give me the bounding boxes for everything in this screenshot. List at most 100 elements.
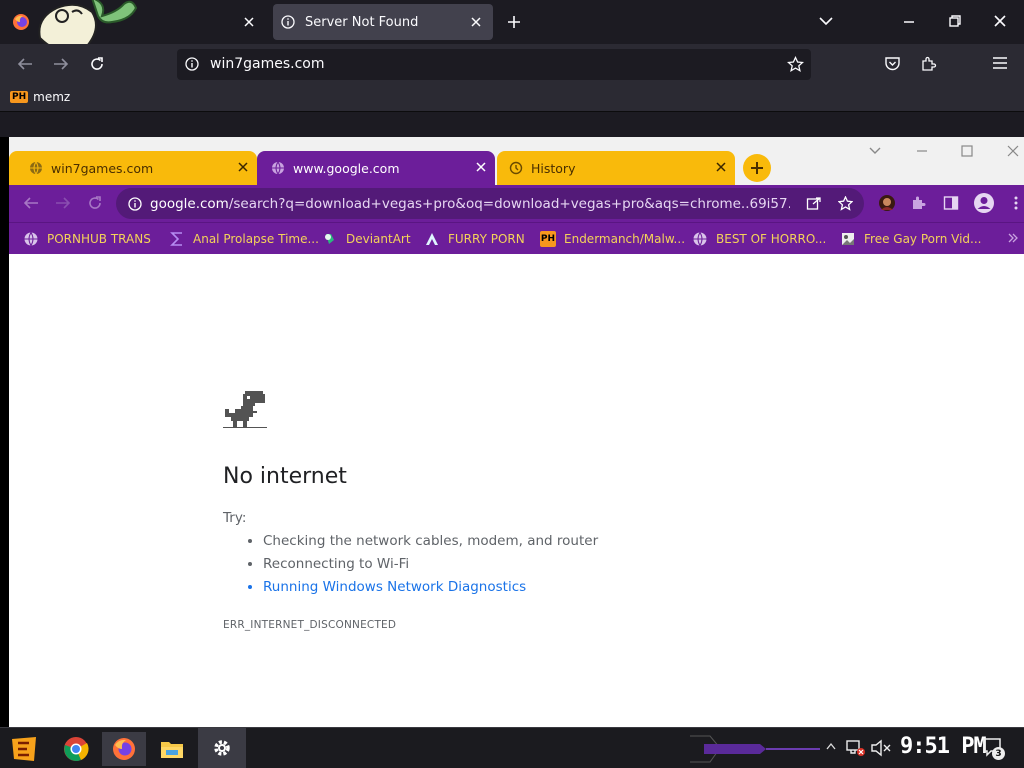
sigma-icon [169,231,185,247]
omnibox-path: /search?q=download+vegas+pro&oq=download… [228,195,790,212]
forward-arrow-icon[interactable] [52,56,70,72]
minimize-icon[interactable] [915,145,929,157]
chrome-tab-strip: win7games.com www.google.com History [9,137,1024,185]
ph-icon: PH [540,231,556,247]
firefox-url-bar[interactable]: win7games.com [177,49,811,80]
bookmark-label: FURRY PORN [448,232,525,246]
bookmark-star-icon[interactable] [787,56,804,73]
notification-center-icon[interactable]: 3 [982,737,1005,760]
avatar[interactable] [973,192,995,214]
taskbar: 9:51 PM 3 [0,727,1024,768]
image-icon [840,231,856,247]
bookmark-star-icon[interactable] [838,196,853,211]
info-icon [185,57,199,71]
bookmark-label: memz [33,90,71,104]
chrome-tab-title: History [531,160,576,176]
chrome-tab-active[interactable]: www.google.com [257,151,495,185]
new-tab-plus-icon[interactable] [743,154,771,182]
omnibox-host: google.com [150,195,229,212]
suggestion-item: Reconnecting to Wi-Fi [263,555,598,578]
try-label: Try: [223,510,247,526]
close-tab-icon[interactable] [237,161,249,173]
close-tab-icon[interactable] [715,161,727,173]
close-window-icon[interactable] [993,14,1007,28]
file-explorer-icon[interactable] [154,732,190,766]
close-tab-icon[interactable] [475,161,487,173]
kebab-menu-icon[interactable] [1013,195,1019,211]
side-panel-icon[interactable] [943,195,959,211]
back-arrow-icon[interactable] [23,196,39,210]
bookmark-item[interactable]: PORNHUB TRANS [23,230,151,248]
back-arrow-icon[interactable] [16,56,34,72]
bookmark-label: DeviantArt [346,232,411,246]
error-title: No internet [223,464,347,489]
globe-icon [29,161,43,175]
chrome-tab[interactable]: win7games.com [9,151,257,185]
taskbar-clock[interactable]: 9:51 PM [900,734,987,759]
firefox-toolbar: win7games.com [0,44,1024,84]
firefox-tab-active[interactable]: Server Not Found [273,4,493,40]
extensions-puzzle-icon[interactable] [911,195,927,211]
omnibox-url: google.com/search?q=download+vegas+pro&o… [150,196,790,212]
deviantart-icon [322,231,338,247]
chrome-omnibox[interactable]: google.com/search?q=download+vegas+pro&o… [116,188,864,219]
bookmark-label: Endermanch/Malw... [564,232,686,246]
chrome-toolbar: google.com/search?q=download+vegas+pro&o… [9,185,1024,222]
bookmark-item[interactable]: PH Endermanch/Malw... [540,230,685,248]
globe-icon [271,161,285,175]
notification-count-badge: 3 [992,747,1005,760]
bookmark-item[interactable]: PH memz [10,90,70,104]
globe-icon [23,231,39,247]
chrome-tab-title: www.google.com [293,160,400,176]
bookmark-label: BEST OF HORRO... [716,232,827,246]
firefox-window: Server Not Found win7games.com PH memz [0,0,1024,137]
history-icon [509,161,523,175]
menu-hamburger-icon[interactable] [992,56,1008,70]
start-button[interactable] [6,732,42,766]
bookmark-item[interactable]: BEST OF HORRO... [692,230,826,248]
firefox-content-area [0,112,1024,137]
new-tab-plus-icon[interactable] [506,14,522,30]
forward-arrow-icon[interactable] [55,196,71,210]
bookmark-item[interactable]: FURRY PORN [424,230,525,248]
list-tabs-chevron-icon[interactable] [818,15,834,27]
network-disconnected-icon[interactable] [846,739,866,757]
settings-gear-icon[interactable] [198,728,246,768]
chrome-taskbar-icon[interactable] [58,732,94,766]
pocket-icon[interactable] [884,55,901,72]
chrome-tab[interactable]: History [497,151,735,185]
firefox-taskbar-icon[interactable] [102,732,146,766]
bookmark-label: Free Gay Porn Vid... [864,232,982,246]
taskbar-skin-decoration [690,734,820,764]
bookmark-label: PORNHUB TRANS [47,232,151,246]
bookmark-item[interactable]: Free Gay Porn Vid... [840,230,981,248]
firefox-tab[interactable] [6,0,266,53]
reload-icon[interactable] [88,55,106,73]
suggestion-item: Checking the network cables, modem, and … [263,532,598,555]
maximize-icon[interactable] [961,145,973,157]
a-logo-icon [424,231,440,247]
tab-search-chevron-icon[interactable] [868,146,882,156]
suggestion-list: Checking the network cables, modem, and … [245,532,598,601]
bookmark-item[interactable]: Anal Prolapse Time... [169,230,319,248]
chrome-tab-title: win7games.com [51,160,154,176]
close-tab-icon[interactable] [469,15,483,29]
bookmark-item[interactable]: DeviantArt [322,230,411,248]
reload-icon[interactable] [87,195,103,211]
chrome-window: win7games.com www.google.com History goo… [9,137,1024,727]
close-tab-icon[interactable] [242,15,256,29]
network-diagnostics-link[interactable]: Running Windows Network Diagnostics [263,578,598,601]
dinosaur-icon[interactable] [223,389,267,433]
error-code: ERR_INTERNET_DISCONNECTED [223,619,397,631]
show-hidden-icons-chevron-icon[interactable] [826,742,836,750]
minimize-icon[interactable] [902,14,916,28]
restore-icon[interactable] [948,14,962,28]
share-icon[interactable] [806,196,822,211]
close-window-icon[interactable] [1007,145,1019,157]
profile-extension-icon[interactable] [878,194,896,212]
volume-muted-icon[interactable] [870,739,892,757]
extensions-icon[interactable] [920,55,937,72]
info-icon [281,15,295,29]
bookmarks-overflow-chevron-icon[interactable] [1007,232,1019,244]
firefox-tab-title: Server Not Found [305,14,419,30]
